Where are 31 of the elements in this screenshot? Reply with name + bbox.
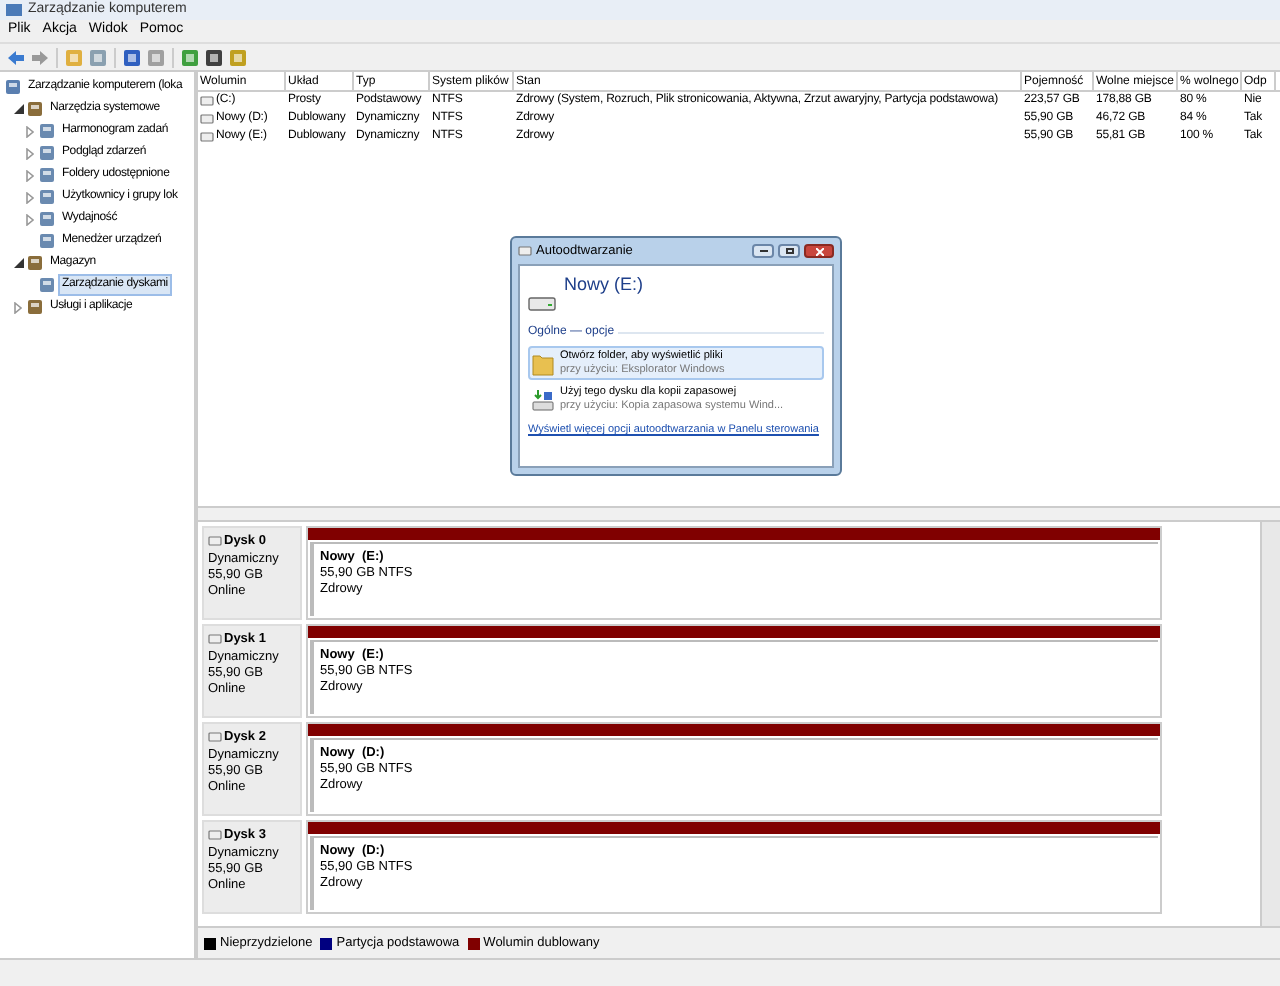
tree-node-icon — [26, 100, 44, 118]
app-icon — [6, 2, 22, 18]
tree-node-icon — [38, 232, 56, 250]
tree-node-icon — [26, 254, 44, 272]
expanded-arrow-icon[interactable] — [13, 104, 23, 114]
drive-name: Nowy (E:) — [564, 272, 644, 298]
scrollbar[interactable] — [1260, 522, 1280, 926]
tree-node-icon — [26, 298, 44, 316]
backup-drive-icon — [532, 387, 554, 411]
drive-icon — [528, 294, 556, 312]
tree-node-icon — [38, 166, 56, 184]
expanded-arrow-icon[interactable] — [13, 258, 23, 268]
collapsed-arrow-icon[interactable] — [26, 169, 34, 181]
collapsed-arrow-icon[interactable] — [26, 213, 34, 225]
close-button[interactable] — [804, 244, 834, 258]
collapsed-arrow-icon[interactable] — [26, 147, 34, 159]
close-icon — [815, 247, 823, 255]
tree-node-icon — [38, 276, 56, 294]
tree-node-icon — [38, 210, 56, 228]
collapsed-arrow-icon[interactable] — [14, 301, 22, 313]
tree-node-icon — [38, 188, 56, 206]
collapsed-arrow-icon[interactable] — [26, 191, 34, 203]
tree-node-icon — [38, 122, 56, 140]
forward-arrow-icon[interactable] — [30, 47, 50, 67]
collapsed-arrow-icon[interactable] — [26, 125, 34, 137]
tree-node-icon — [38, 144, 56, 162]
maximize-button[interactable] — [778, 244, 800, 258]
folder-icon — [532, 351, 554, 375]
drive-icon — [518, 246, 532, 256]
minimize-button[interactable] — [752, 244, 774, 258]
back-arrow-icon[interactable] — [6, 47, 26, 67]
